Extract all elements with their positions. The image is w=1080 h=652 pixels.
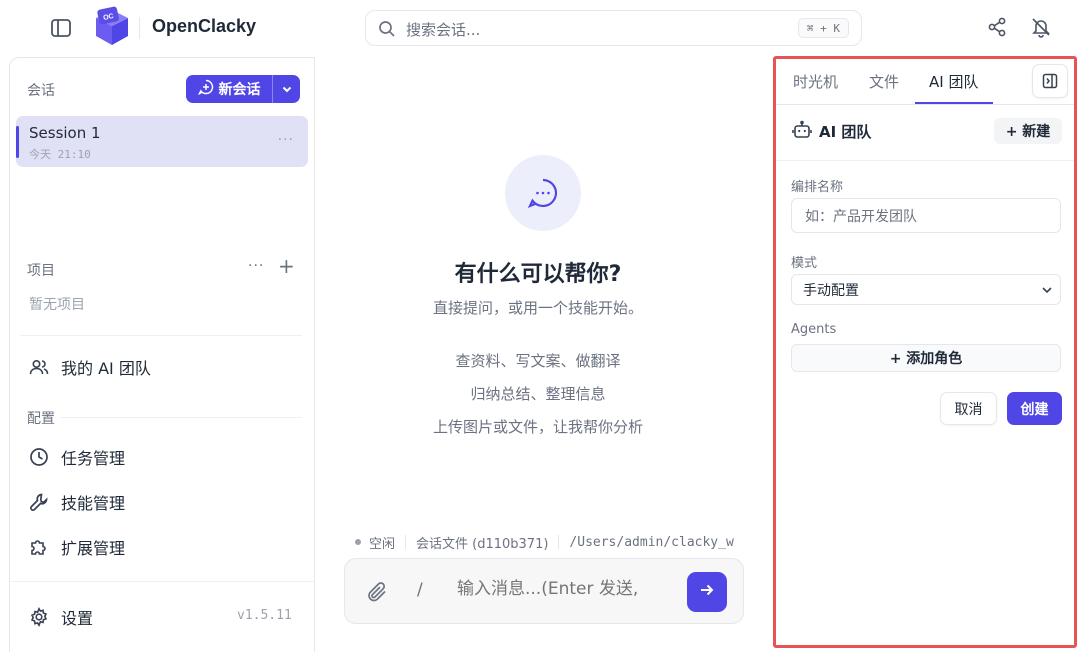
chat-plus-icon — [197, 79, 214, 99]
status-dot — [355, 539, 361, 545]
divider — [776, 160, 1076, 161]
session-title: Session 1 — [29, 124, 101, 142]
divider — [10, 581, 315, 582]
projects-label: 项目 — [27, 263, 55, 279]
nav-item-extensions[interactable]: 扩展管理 — [20, 529, 302, 565]
new-chat-button[interactable]: 新会话 — [186, 75, 273, 103]
session-time: 今天 21:10 — [29, 148, 91, 161]
suggestion-item[interactable]: 上传图片或文件，让我帮你分析 — [315, 416, 761, 437]
projects-add-icon[interactable]: + — [278, 256, 295, 276]
settings-label: 设置 — [61, 609, 94, 628]
version-label: v1.5.11 — [237, 608, 292, 623]
new-team-button[interactable]: + 新建 — [994, 118, 1062, 144]
status-state: 空闲 — [369, 536, 396, 552]
suggestion-item[interactable]: 查资料、写文案、做翻译 — [315, 350, 761, 371]
chat-bubble-icon — [505, 155, 581, 231]
right-panel: 时光机 文件 AI 团队 AI 团队 + 新建 编排名称 如：产品开发团队 模式… — [775, 57, 1076, 647]
name-field[interactable]: 如：产品开发团队 — [791, 198, 1061, 233]
panel-title: AI 团队 — [819, 123, 872, 141]
agents-label: Agents — [791, 322, 837, 337]
sessions-label: 会话 — [27, 83, 55, 99]
search-box[interactable]: 搜索会话... ⌘ + K — [365, 10, 862, 46]
slash-command-button[interactable]: / — [417, 580, 423, 600]
projects-more-icon[interactable]: ··· — [248, 258, 264, 274]
chevron-down-icon[interactable] — [273, 75, 300, 103]
gear-icon — [28, 606, 50, 628]
my-ai-team-link[interactable]: 我的 AI 团队 — [20, 349, 302, 385]
cancel-button[interactable]: 取消 — [940, 392, 997, 425]
tabs-border — [776, 104, 1076, 105]
bell-off-icon[interactable] — [1030, 16, 1054, 40]
tab-time-machine[interactable]: 时光机 — [793, 71, 838, 92]
active-tab-indicator — [915, 102, 993, 104]
mode-select-value: 手动配置 — [803, 282, 859, 299]
session-active-indicator — [16, 126, 19, 158]
paperclip-icon[interactable] — [365, 580, 389, 604]
clock-icon — [28, 446, 50, 468]
send-button[interactable] — [687, 572, 727, 612]
app-title: OpenClacky — [152, 16, 257, 36]
main-chat-area: 有什么可以帮你? 直接提问，或用一个技能开始。 查资料、写文案、做翻译 归纳总结… — [315, 57, 775, 652]
mode-field-label: 模式 — [791, 256, 818, 271]
my-ai-team-label: 我的 AI 团队 — [61, 359, 151, 378]
session-more-icon[interactable]: ··· — [278, 132, 294, 148]
wrench-icon — [28, 491, 50, 513]
status-bar: 空闲 会话文件 (d110b371) /Users/admin/clacky_w — [355, 533, 745, 551]
panel-right-icon[interactable] — [1032, 64, 1068, 98]
search-icon — [378, 20, 396, 38]
add-role-button[interactable]: + 添加角色 — [791, 344, 1061, 372]
title-divider — [139, 17, 140, 39]
left-sidebar: 会话 新会话 Session 1 今天 21:10 ··· 项目 ··· + 暂… — [9, 57, 315, 652]
tab-files[interactable]: 文件 — [869, 71, 899, 92]
hero-title: 有什么可以帮你? — [454, 262, 622, 287]
nav-item-skills[interactable]: 技能管理 — [20, 484, 302, 520]
message-composer: / — [344, 558, 744, 624]
puzzle-icon — [28, 536, 50, 558]
status-separator — [405, 535, 407, 549]
name-field-label: 编排名称 — [791, 180, 844, 195]
top-bar: OC OpenClacky 搜索会话... ⌘ + K — [0, 0, 1080, 56]
status-session-file[interactable]: 会话文件 (d110b371) — [416, 533, 548, 552]
projects-empty-text: 暂无项目 — [29, 297, 85, 313]
users-icon — [28, 356, 50, 378]
tab-ai-team[interactable]: AI 团队 — [929, 71, 978, 92]
nav-item-tasks[interactable]: 任务管理 — [20, 439, 302, 475]
app-logo: OC — [92, 6, 132, 48]
new-chat-label: 新会话 — [218, 82, 261, 98]
search-shortcut: ⌘ + K — [797, 18, 849, 38]
share-icon[interactable] — [986, 16, 1010, 40]
nav-label-tasks: 任务管理 — [61, 449, 126, 468]
search-input[interactable]: 搜索会话... — [406, 19, 480, 40]
sidebar-toggle-icon[interactable] — [48, 15, 74, 41]
arrow-right-icon — [698, 581, 716, 603]
divider — [20, 335, 302, 336]
create-button[interactable]: 创建 — [1007, 392, 1062, 425]
new-chat-button-group: 新会话 — [186, 75, 300, 103]
suggestion-item[interactable]: 归纳总结、整理信息 — [315, 383, 761, 404]
divider — [60, 417, 302, 418]
nav-label-skills: 技能管理 — [61, 494, 126, 513]
nav-label-extensions: 扩展管理 — [61, 539, 126, 558]
config-label: 配置 — [27, 411, 55, 427]
status-path[interactable]: /Users/admin/clacky_w — [569, 535, 733, 550]
hero-subtitle: 直接提问，或用一个技能开始。 — [432, 299, 643, 317]
mode-select[interactable]: 手动配置 — [791, 274, 1061, 305]
status-separator — [558, 535, 560, 549]
chevron-down-icon — [1040, 283, 1054, 297]
robot-icon — [792, 120, 812, 140]
session-item[interactable]: Session 1 今天 21:10 ··· — [16, 116, 308, 167]
message-input[interactable] — [457, 579, 683, 599]
